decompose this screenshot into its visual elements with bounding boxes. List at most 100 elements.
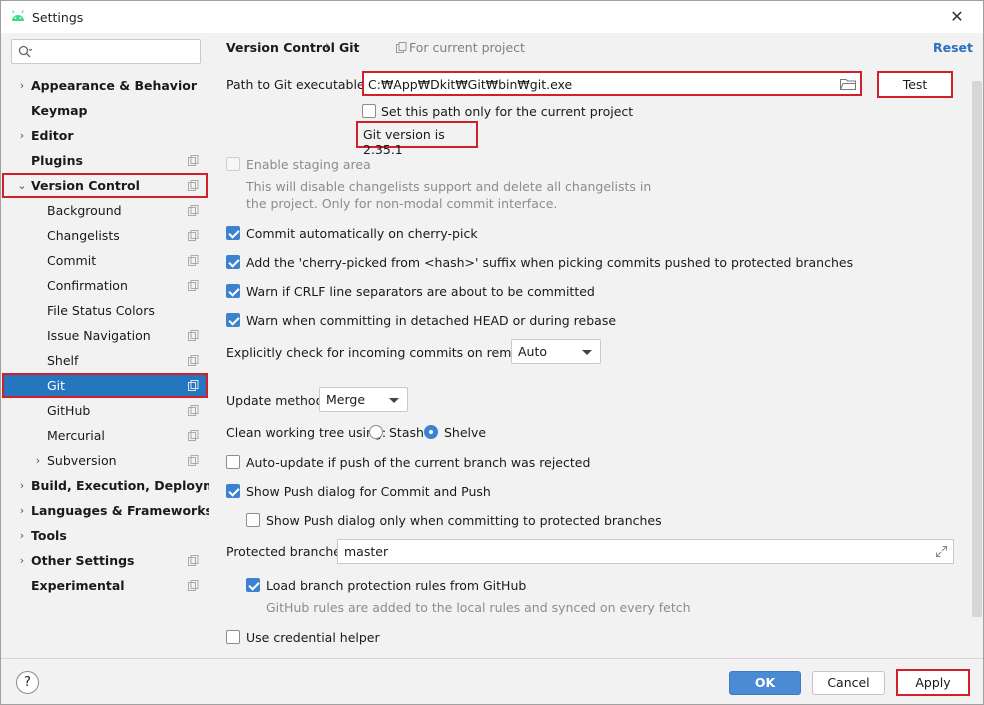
project-scope-icon bbox=[188, 155, 199, 166]
sidebar-item-label: Changelists bbox=[47, 228, 120, 243]
chevron-right-icon[interactable]: › bbox=[16, 73, 28, 98]
chevron-down-icon[interactable]: ⌄ bbox=[16, 173, 28, 198]
sidebar-item-languages-frameworks[interactable]: › Languages & Frameworks bbox=[2, 498, 213, 523]
clean-tree-label: Clean working tree using: bbox=[226, 425, 387, 440]
staging-area-label: Enable staging area bbox=[246, 157, 371, 172]
auto-update-checkbox[interactable] bbox=[226, 455, 240, 469]
sidebar-item-label: Shelf bbox=[47, 353, 79, 368]
dialog-footer: ? OK Cancel Apply bbox=[1, 658, 983, 704]
sidebar-item-subversion[interactable]: › Subversion bbox=[2, 448, 208, 473]
sidebar-item-label: GitHub bbox=[47, 403, 91, 418]
stash-label: Stash bbox=[389, 425, 424, 440]
chevron-right-icon[interactable]: › bbox=[16, 498, 28, 523]
sidebar-item-background[interactable]: Background bbox=[2, 198, 208, 223]
credential-helper-label: Use credential helper bbox=[246, 630, 380, 645]
load-rules-note: GitHub rules are added to the local rule… bbox=[266, 600, 691, 615]
sidebar-item-label: Tools bbox=[31, 528, 67, 543]
sidebar-item-changelists[interactable]: Changelists bbox=[2, 223, 208, 248]
protected-branches-value: master bbox=[344, 544, 389, 559]
load-rules-checkbox[interactable] bbox=[246, 578, 260, 592]
update-method-label: Update method: bbox=[226, 393, 328, 408]
chevron-right-icon[interactable]: › bbox=[16, 548, 28, 573]
sidebar-item-file-status-colors[interactable]: File Status Colors bbox=[2, 298, 208, 323]
sidebar-item-git[interactable]: Git bbox=[2, 373, 208, 398]
shelve-label: Shelve bbox=[444, 425, 487, 440]
help-button[interactable]: ? bbox=[16, 671, 39, 694]
project-scope-icon bbox=[188, 555, 199, 566]
protected-branches-label: Protected branches: bbox=[226, 544, 352, 559]
chevron-right-icon[interactable]: › bbox=[16, 123, 28, 148]
close-icon[interactable]: ✕ bbox=[947, 7, 967, 27]
apply-button[interactable]: Apply bbox=[896, 669, 970, 696]
cherry-suffix-label: Add the 'cherry-picked from <hash>' suff… bbox=[246, 255, 854, 270]
sidebar-item-commit[interactable]: Commit bbox=[2, 248, 208, 273]
staging-note-line2: the project. Only for non-modal commit i… bbox=[246, 196, 558, 211]
commit-cherry-label: Commit automatically on cherry-pick bbox=[246, 226, 478, 241]
shelve-radio[interactable] bbox=[424, 425, 438, 439]
window-title: Settings bbox=[32, 10, 84, 25]
project-scope-icon bbox=[188, 330, 199, 341]
sidebar-item-label: Languages & Frameworks bbox=[31, 503, 213, 518]
sidebar-item-build-execution-deployment[interactable]: › Build, Execution, Deployment bbox=[2, 473, 240, 498]
credential-helper-checkbox[interactable] bbox=[226, 630, 240, 644]
project-scope-icon bbox=[188, 255, 199, 266]
sidebar-item-experimental[interactable]: Experimental bbox=[2, 573, 208, 598]
cherry-suffix-checkbox[interactable] bbox=[226, 255, 240, 269]
chevron-right-icon[interactable]: › bbox=[16, 473, 28, 498]
project-scope-icon bbox=[188, 455, 199, 466]
update-method-dropdown[interactable]: Merge bbox=[319, 387, 408, 412]
incoming-commits-dropdown[interactable]: Auto bbox=[511, 339, 601, 364]
sidebar-item-plugins[interactable]: Plugins bbox=[2, 148, 208, 173]
sidebar-item-confirmation[interactable]: Confirmation bbox=[2, 273, 208, 298]
git-version-text: Git version is 2.35.1 bbox=[363, 127, 445, 157]
stash-radio[interactable] bbox=[369, 425, 383, 439]
breadcrumb-current: Git bbox=[339, 40, 360, 55]
sidebar-item-issue-navigation[interactable]: Issue Navigation bbox=[2, 323, 208, 348]
commit-cherry-checkbox[interactable] bbox=[226, 226, 240, 240]
sidebar-item-other-settings[interactable]: › Other Settings bbox=[2, 548, 208, 573]
project-scope-icon bbox=[188, 280, 199, 291]
vertical-scrollbar[interactable] bbox=[972, 81, 982, 617]
title-bar: Settings ✕ bbox=[1, 1, 983, 33]
chevron-down-icon bbox=[582, 350, 592, 355]
show-push-checkbox[interactable] bbox=[226, 484, 240, 498]
project-scope-icon bbox=[188, 180, 199, 191]
project-scope-icon bbox=[188, 580, 199, 591]
sidebar-item-version-control[interactable]: ⌄ Version Control bbox=[2, 173, 208, 198]
sidebar-item-label: Keymap bbox=[31, 103, 88, 118]
sidebar-item-appearance-behavior[interactable]: › Appearance & Behavior bbox=[2, 73, 208, 98]
show-push-protected-checkbox[interactable] bbox=[246, 513, 260, 527]
git-path-field[interactable]: C:₩App₩Dkit₩Git₩bin₩git.exe bbox=[362, 71, 862, 96]
project-scope-icon bbox=[188, 380, 199, 391]
sidebar-item-mercurial[interactable]: Mercurial bbox=[2, 423, 208, 448]
ok-button[interactable]: OK bbox=[729, 671, 801, 695]
protected-branches-input[interactable]: master bbox=[337, 539, 954, 564]
folder-icon[interactable] bbox=[840, 78, 856, 90]
reset-link[interactable]: Reset bbox=[933, 40, 973, 55]
sidebar-item-shelf[interactable]: Shelf bbox=[2, 348, 208, 373]
search-input[interactable] bbox=[11, 39, 201, 64]
sidebar-item-label: Mercurial bbox=[47, 428, 105, 443]
cancel-button[interactable]: Cancel bbox=[812, 671, 885, 695]
load-rules-label: Load branch protection rules from GitHub bbox=[266, 578, 527, 593]
sidebar-item-tools[interactable]: › Tools bbox=[2, 523, 208, 548]
chevron-right-icon[interactable]: › bbox=[32, 448, 44, 473]
detached-head-checkbox[interactable] bbox=[226, 313, 240, 327]
sidebar-item-keymap[interactable]: Keymap bbox=[2, 98, 208, 123]
detached-head-label: Warn when committing in detached HEAD or… bbox=[246, 313, 617, 328]
project-only-checkbox[interactable] bbox=[362, 104, 376, 118]
expand-icon[interactable] bbox=[936, 546, 947, 557]
staging-area-checkbox[interactable] bbox=[226, 157, 240, 171]
sidebar-item-label: Background bbox=[47, 203, 122, 218]
crlf-checkbox[interactable] bbox=[226, 284, 240, 298]
search-icon bbox=[18, 45, 32, 58]
chevron-right-icon[interactable]: › bbox=[16, 523, 28, 548]
test-button[interactable]: Test bbox=[877, 71, 953, 98]
breadcrumb-separator: › bbox=[325, 39, 331, 54]
sidebar-item-label: Git bbox=[47, 378, 66, 393]
project-only-label: Set this path only for the current proje… bbox=[381, 104, 634, 119]
sidebar-item-github[interactable]: GitHub bbox=[2, 398, 208, 423]
sidebar-item-editor[interactable]: › Editor bbox=[2, 123, 208, 148]
sidebar-item-label: Experimental bbox=[31, 578, 125, 593]
sidebar-item-label: Subversion bbox=[47, 453, 117, 468]
